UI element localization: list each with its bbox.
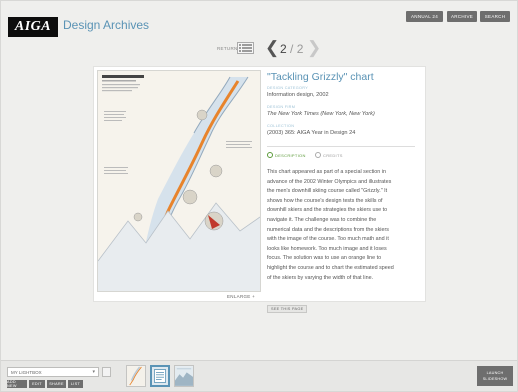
description-text: This chart appeared as part of a special… [267, 168, 414, 283]
description-line: looks like homework. Too much image and … [267, 245, 387, 252]
collection-value[interactable]: (2003) 365: AIGA Year in Design 24 [267, 130, 355, 136]
description-line: advance of the 2002 Winter Olympics and … [267, 178, 392, 185]
aiga-logo[interactable]: AIGA [8, 17, 58, 37]
divider [267, 146, 415, 147]
lightbox-thumbnail-selected[interactable] [150, 365, 170, 387]
circle-bullet-icon [315, 152, 321, 158]
current-page: 2 [280, 42, 287, 56]
lightbox-thumbnail[interactable] [126, 365, 146, 387]
ski-course-chart-artwork [98, 71, 260, 291]
description-line: with the image of the course. Too much m… [267, 236, 389, 243]
list-button[interactable]: LIST [68, 380, 83, 388]
description-line: of the skiers by varying the width of th… [267, 274, 374, 281]
launch-slideshow-button[interactable]: LAUNCH SLIDESHOW [477, 366, 513, 386]
dropdown-arrow-icon: ▾ [92, 369, 95, 375]
return-link[interactable]: RETURN [217, 46, 238, 51]
lightbox-select[interactable]: MY LIGHTBOX ▾ [7, 367, 99, 377]
tab-credits[interactable]: CREDITS [315, 152, 343, 158]
search-button[interactable]: SEARCH [480, 11, 510, 22]
archive-button[interactable]: ARCHIVE [447, 11, 477, 22]
add-new-button[interactable]: ADD NEW [7, 380, 27, 388]
description-line: highlight the course and to chart the es… [267, 264, 394, 271]
thumbnail-image [175, 366, 193, 386]
page-indicator: 2 / 2 [280, 42, 303, 56]
page-separator: / [290, 42, 294, 56]
design-category-value[interactable]: Information design, 2002 [267, 92, 329, 98]
total-pages: 2 [296, 42, 304, 56]
site-title[interactable]: Design Archives [63, 18, 149, 32]
tab-description-label: DESCRIPTION [275, 152, 306, 158]
slideshow-label-line2: SLIDESHOW [482, 377, 508, 381]
list-view-icon[interactable] [237, 42, 254, 54]
description-line: shows how the course's design tests the … [267, 197, 383, 204]
share-button[interactable]: SHARE [47, 380, 66, 388]
description-line: This chart appeared as part of a special… [267, 169, 386, 175]
lightbox-thumbnail[interactable] [174, 365, 194, 387]
description-line: navigate it. The challenge was to combin… [267, 216, 377, 223]
tab-description[interactable]: DESCRIPTION [267, 152, 306, 158]
app-window: AIGA Design Archives ANNUAL 24 ARCHIVE S… [0, 0, 518, 392]
description-line: numerical data and the descriptions from… [267, 226, 389, 233]
description-line: downhill skiers and the strategies the s… [267, 207, 388, 214]
description-line: the men's downhill skiing course called … [267, 188, 388, 195]
design-firm-label: DESIGN FIRM [267, 105, 296, 109]
item-title: "Tackling Grizzly" chart [267, 71, 374, 83]
chevron-right-icon[interactable]: ❯ [307, 39, 321, 56]
annual-button[interactable]: ANNUAL 24 [406, 11, 443, 22]
thumbnail-image [154, 369, 166, 383]
lightbox-select-value: MY LIGHTBOX [11, 369, 42, 375]
description-line: focus. The solution was to use an orange… [267, 255, 382, 262]
tab-credits-label: CREDITS [323, 152, 343, 158]
edit-button[interactable]: EDIT [29, 380, 45, 388]
collection-label: COLLECTION [267, 124, 295, 128]
circle-bullet-icon [267, 152, 273, 158]
chevron-left-icon[interactable]: ❮ [265, 39, 279, 56]
thumbnail-image [127, 366, 145, 386]
design-category-label: DESIGN CATEGORY [267, 86, 309, 90]
item-image[interactable] [97, 70, 261, 292]
enlarge-link[interactable]: ENLARGE + [227, 294, 255, 299]
lightbox-options-icon[interactable] [102, 367, 111, 377]
see-this-page-button[interactable]: SEE THIS PAGE [267, 305, 308, 313]
design-firm-value[interactable]: The New York Times (New York, New York) [267, 111, 375, 117]
